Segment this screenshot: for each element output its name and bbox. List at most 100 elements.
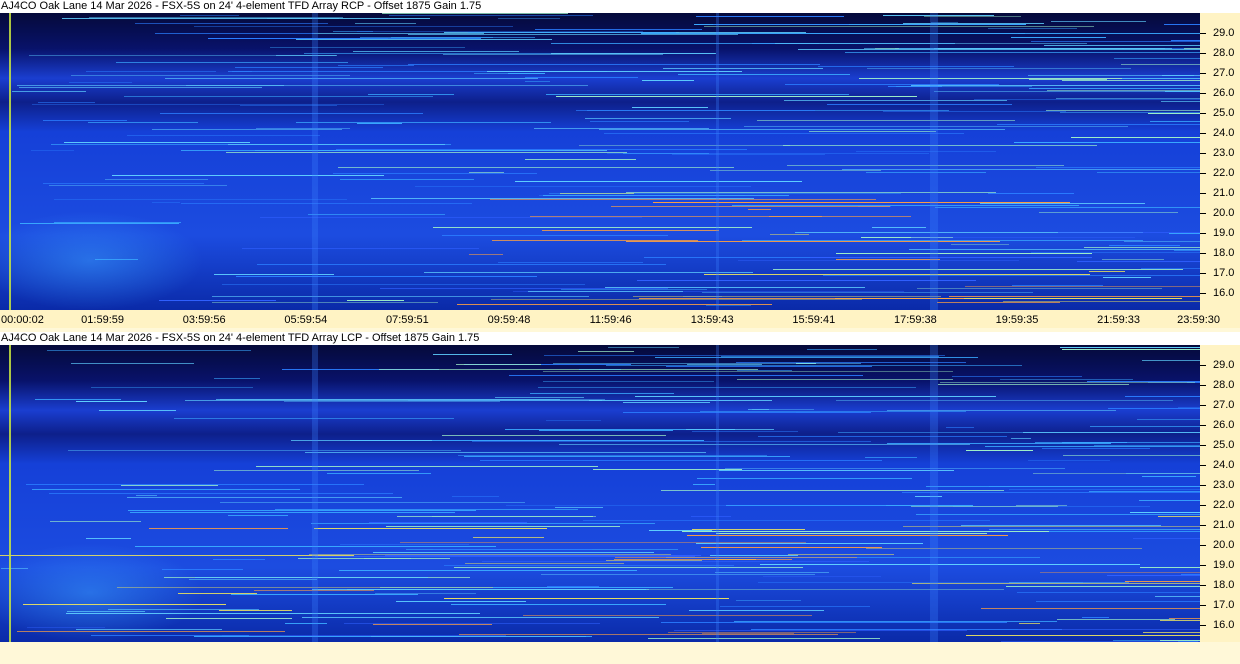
vertical-interference <box>716 345 719 642</box>
signal-streak <box>1140 567 1200 568</box>
signal-streak <box>451 604 666 605</box>
signal-streak <box>585 118 731 119</box>
signal-streak <box>357 123 402 124</box>
signal-streak <box>344 623 600 624</box>
signal-streak <box>702 633 794 634</box>
signal-streak <box>309 554 671 555</box>
signal-streak <box>472 441 871 442</box>
signal-streak <box>1063 455 1200 456</box>
signal-streak <box>788 554 894 555</box>
signal-streak <box>997 124 1200 125</box>
signal-streak <box>1155 596 1200 597</box>
signal-streak <box>71 75 350 76</box>
signal-streak <box>165 78 538 79</box>
signal-streak <box>1046 110 1200 111</box>
signal-streak <box>408 34 738 35</box>
freq-tick <box>1200 33 1206 34</box>
signal-streak <box>43 120 127 121</box>
signal-streak <box>528 291 683 292</box>
signal-streak <box>285 623 327 624</box>
signal-streak <box>1141 268 1200 269</box>
spectrogram-rcp[interactable] <box>0 13 1200 310</box>
spectrogram-lcp[interactable] <box>0 345 1200 642</box>
signal-streak <box>155 33 314 34</box>
signal-streak <box>1040 572 1200 573</box>
signal-streak <box>653 202 1070 203</box>
signal-streak <box>296 122 551 123</box>
signal-streak <box>823 275 1200 276</box>
signal-streak <box>340 179 474 180</box>
signal-streak <box>71 363 194 364</box>
signal-streak <box>228 144 445 145</box>
signal-streak <box>312 589 646 590</box>
signal-streak <box>912 583 1200 584</box>
signal-streak <box>725 468 1065 469</box>
signal-streak <box>189 579 317 580</box>
freq-tick <box>1200 253 1206 254</box>
signal-streak <box>751 629 1062 630</box>
signal-streak <box>721 356 939 357</box>
freq-tick <box>1200 93 1206 94</box>
signal-streak <box>181 150 555 151</box>
signal-streak <box>635 396 996 397</box>
signal-streak <box>710 555 798 556</box>
signal-streak <box>468 32 676 33</box>
signal-streak <box>457 304 772 305</box>
signal-streak <box>338 167 734 168</box>
signal-streak <box>1150 121 1200 122</box>
signal-streak <box>593 469 742 470</box>
freq-tick <box>1200 273 1206 274</box>
signal-streak <box>1143 632 1200 633</box>
signal-streak <box>69 82 132 83</box>
signal-streak <box>752 409 814 410</box>
signal-streak <box>736 600 801 601</box>
signal-streak <box>213 559 265 560</box>
signal-streak <box>1107 575 1200 576</box>
signal-streak <box>159 300 276 301</box>
signal-streak <box>1062 80 1200 81</box>
signal-streak <box>38 102 95 103</box>
vertical-interference <box>312 13 318 310</box>
signal-streak <box>543 381 714 382</box>
signal-streak <box>1036 167 1200 168</box>
time-label: 19:59:35 <box>995 314 1039 326</box>
signal-streak <box>732 205 1079 206</box>
signal-streak <box>896 86 1032 87</box>
signal-streak <box>845 52 1200 53</box>
frequency-axis-rcp: 29.0 28.0 27.0 26.0 25.0 24.0 23.0 22.0 21.0 20.0… <box>1200 13 1240 310</box>
signal-streak <box>682 531 1049 532</box>
signal-streak <box>315 556 695 557</box>
signal-streak <box>19 87 262 88</box>
signal-streak <box>465 563 624 564</box>
freq-label: 19.0 <box>1213 559 1235 571</box>
signal-streak <box>818 66 1014 67</box>
signal-streak <box>1029 88 1200 89</box>
signal-streak <box>298 558 450 559</box>
signal-streak <box>713 24 849 25</box>
signal-streak <box>716 533 987 534</box>
signal-streak <box>903 23 1044 24</box>
signal-streak <box>127 497 402 498</box>
signal-streak <box>642 80 694 81</box>
signal-streak <box>443 54 663 55</box>
signal-streak <box>615 557 857 558</box>
signal-streak <box>710 170 881 171</box>
signal-streak <box>379 369 758 370</box>
signal-streak <box>487 71 742 72</box>
signal-streak <box>988 28 1077 29</box>
signal-streak <box>62 18 430 19</box>
signal-streak <box>506 505 886 506</box>
signal-streak <box>135 23 328 24</box>
signal-streak <box>458 455 767 456</box>
signal-streak <box>543 195 789 196</box>
signal-streak <box>691 516 731 517</box>
signal-streak <box>543 371 953 372</box>
signal-streak <box>185 400 602 401</box>
signal-streak <box>357 31 643 32</box>
signal-streak <box>444 565 734 566</box>
freq-label: 21.0 <box>1213 187 1235 199</box>
signal-streak <box>911 237 1135 238</box>
signal-streak <box>181 203 472 204</box>
signal-streak <box>302 617 659 618</box>
signal-streak <box>641 33 1025 34</box>
